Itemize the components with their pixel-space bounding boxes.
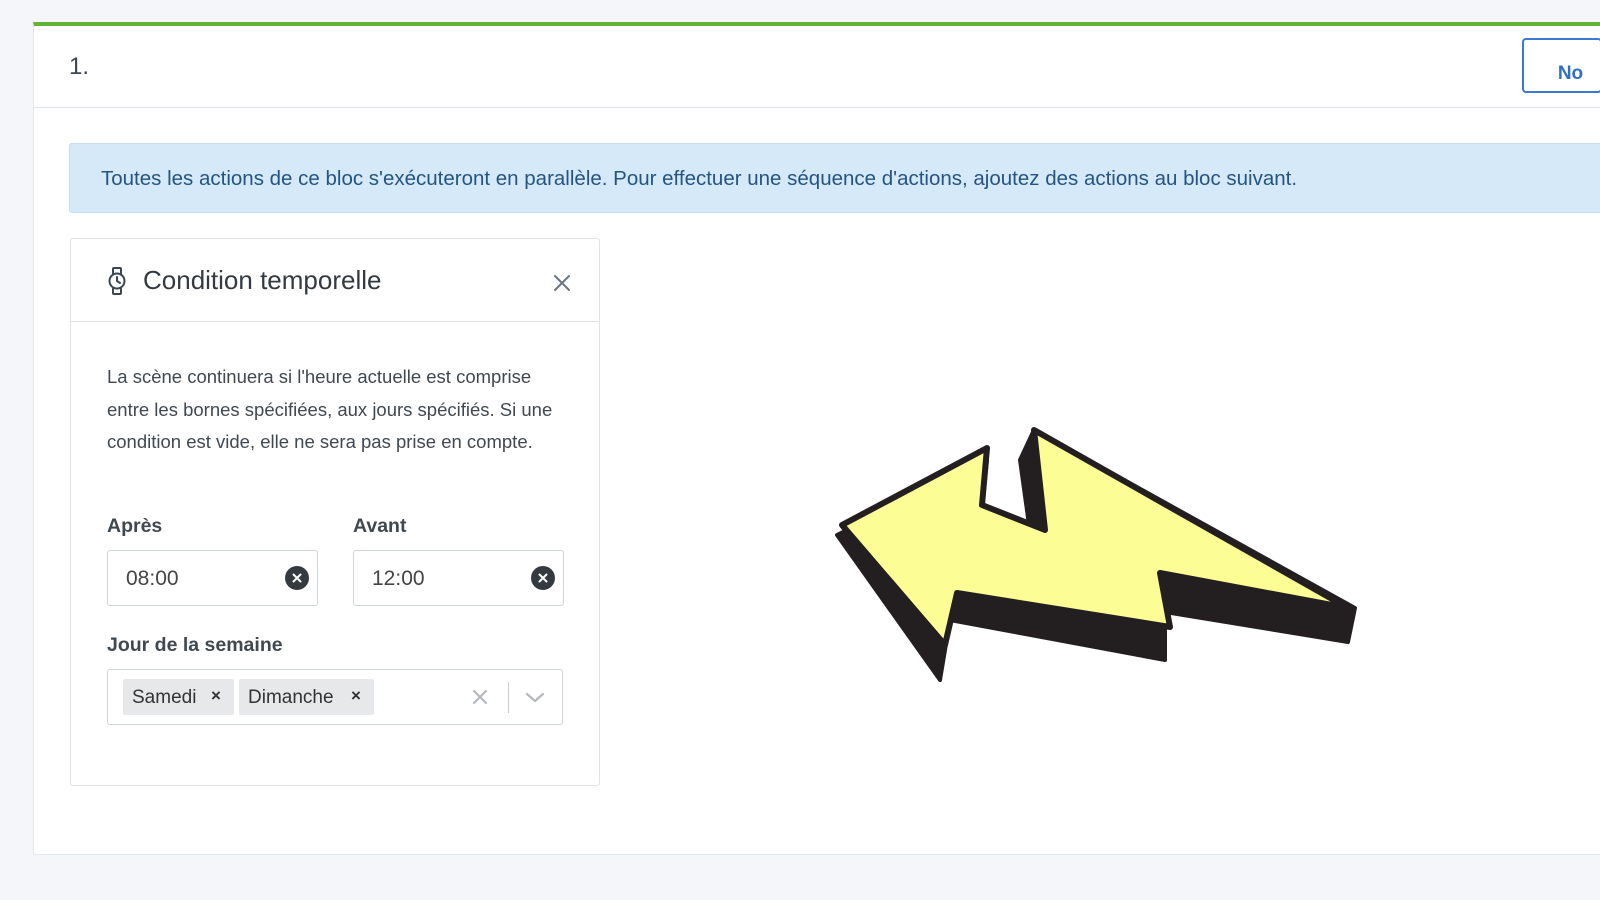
after-label: Après [107,515,163,537]
watch-icon [108,267,126,295]
block-header: 1. No [34,26,1600,108]
chevron-down-icon[interactable] [524,689,546,705]
tag-label: Dimanche [248,687,334,708]
tag-remove-icon[interactable]: × [351,686,361,706]
weekday-label: Jour de la semaine [107,634,283,656]
info-alert: Toutes les actions de ce bloc s'exécuter… [69,143,1600,213]
close-icon[interactable] [552,273,572,293]
tag-remove-icon[interactable]: × [211,686,221,706]
after-time-value: 08:00 [126,567,179,590]
card-description: La scène continuera si l'heure actuelle … [107,366,553,452]
card-header: Condition temporelle [71,239,599,322]
block-number: 1. [69,53,90,80]
time-condition-card: Condition temporelle La scène continuera… [70,238,600,786]
tag-dimanche: Dimanche × [239,679,374,715]
tag-label: Samedi [132,687,197,708]
clear-before-icon[interactable] [531,566,555,590]
close-icon [292,573,302,583]
header-action-button[interactable]: No [1522,38,1600,93]
before-time-value: 12:00 [372,567,425,590]
close-icon [538,573,548,583]
clear-selection-icon[interactable] [470,687,490,707]
weekday-select[interactable]: Samedi × Dimanche × [107,669,563,725]
clear-after-icon[interactable] [285,566,309,590]
yellow-arrow-icon [835,427,1357,682]
select-separator [508,682,509,713]
before-label: Avant [353,515,407,537]
after-time-input[interactable]: 08:00 [107,550,318,606]
tag-samedi: Samedi × [123,679,234,715]
page: 1. No Toutes les actions de ce bloc s'ex… [0,0,1600,900]
card-title: Condition temporelle [143,265,382,295]
before-time-input[interactable]: 12:00 [353,550,564,606]
